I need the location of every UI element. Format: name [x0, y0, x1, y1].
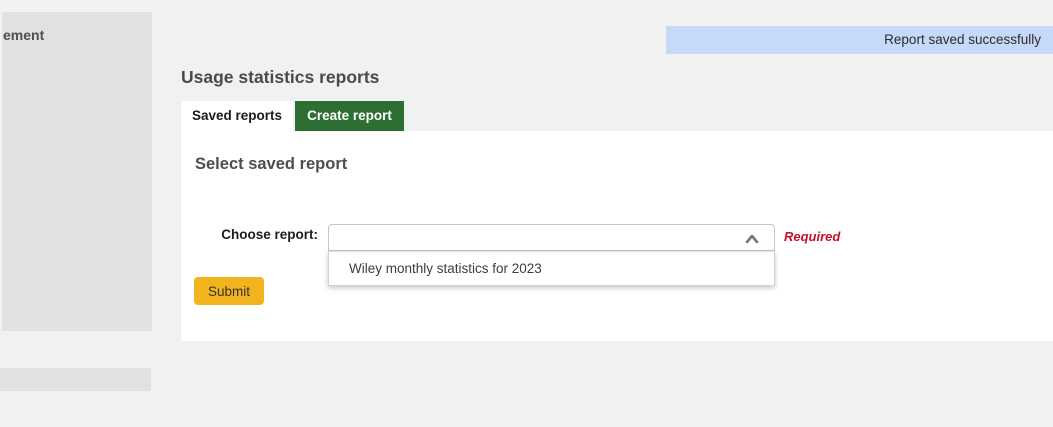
report-dropdown-panel: Wiley monthly statistics for 2023 — [328, 251, 775, 286]
tab-create-report[interactable]: Create report — [295, 101, 404, 131]
page-title: Usage statistics reports — [181, 67, 379, 88]
chevron-up-icon[interactable] — [744, 231, 760, 247]
sidebar-panel: ement — [2, 12, 152, 331]
dropdown-option-wiley-monthly[interactable]: Wiley monthly statistics for 2023 — [329, 252, 774, 285]
report-combobox-input[interactable] — [335, 227, 735, 248]
submit-button[interactable]: Submit — [194, 277, 264, 305]
section-heading: Select saved report — [195, 155, 347, 174]
choose-report-label: Choose report: — [195, 227, 318, 242]
required-indicator: Required — [784, 229, 840, 244]
sidebar-lower-panel — [0, 368, 151, 391]
screen: ement Report saved successfully Usage st… — [0, 0, 1053, 427]
sidebar-partial-label: ement — [3, 27, 44, 43]
success-toast: Report saved successfully — [666, 26, 1053, 54]
tab-saved-reports[interactable]: Saved reports — [181, 101, 293, 131]
report-combobox[interactable] — [328, 224, 775, 251]
